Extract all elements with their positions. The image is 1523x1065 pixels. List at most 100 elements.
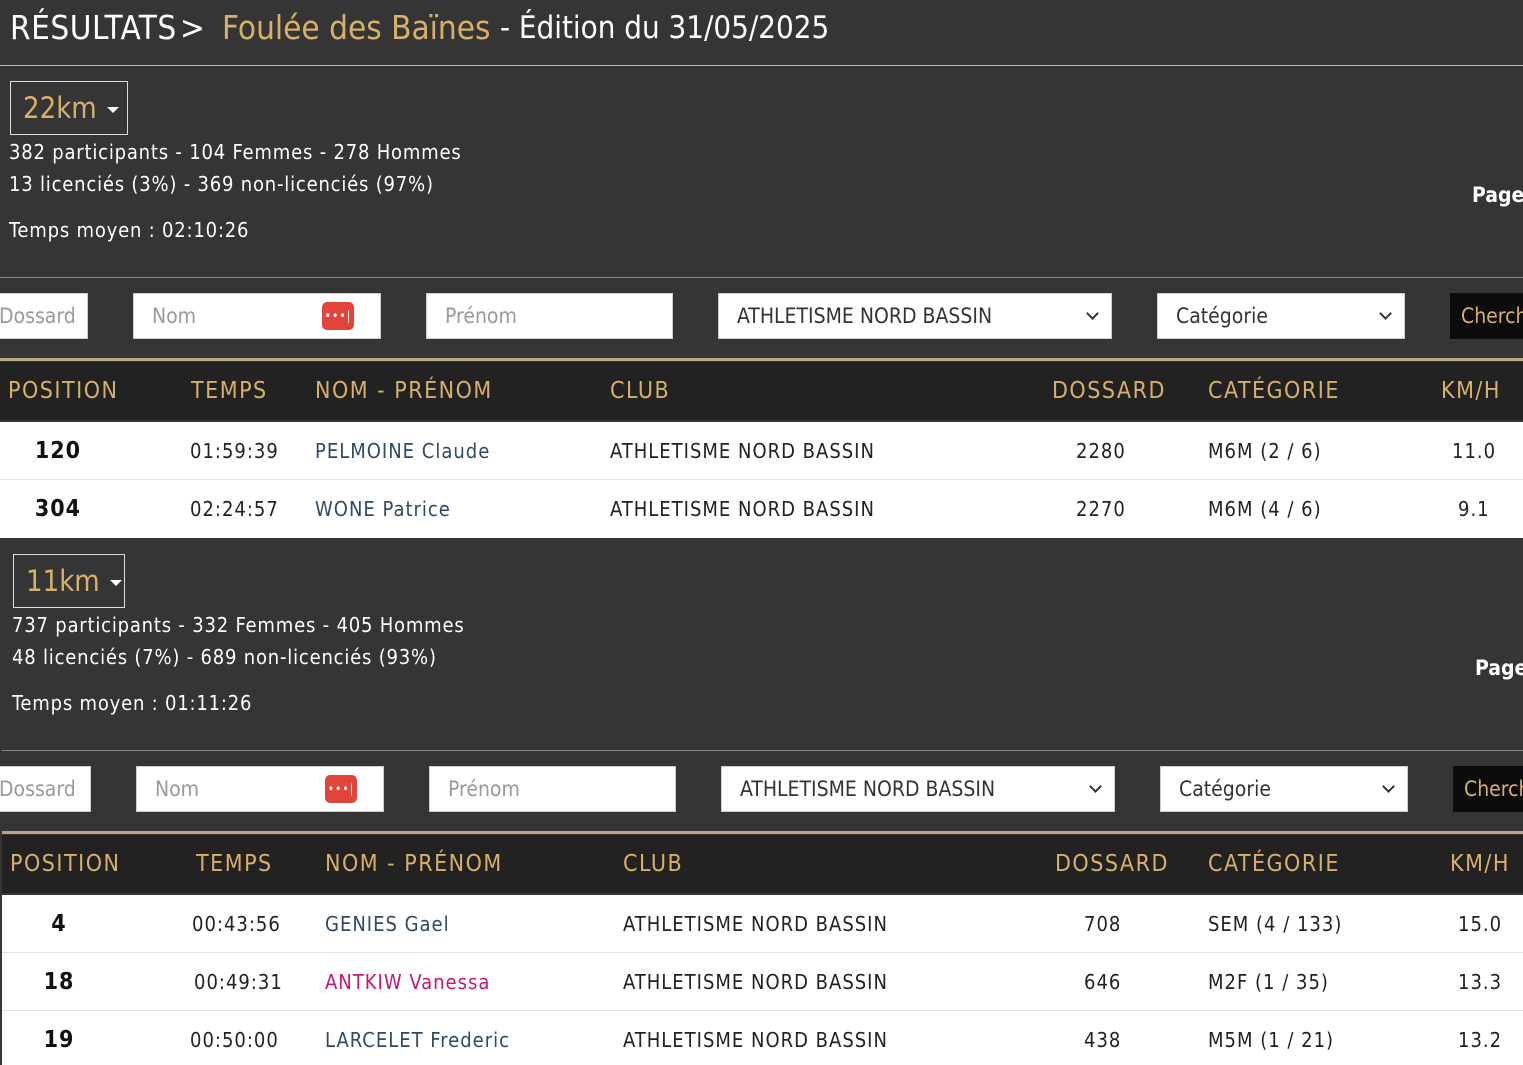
edition-label: - Édition du 31/05/2025 <box>500 10 830 46</box>
results-table-body: 120 01:59:39 PELMOINE Claude ATHLETISME … <box>0 422 1523 538</box>
col-dossard[interactable]: DOSSARD <box>1055 835 1169 893</box>
col-nom-prenom[interactable]: NOM - PRÉNOM <box>325 835 503 893</box>
col-position[interactable]: POSITION <box>10 835 121 893</box>
caret-down-icon <box>106 107 119 113</box>
col-club[interactable]: CLUB <box>623 835 683 893</box>
chevron-down-icon <box>1086 307 1099 320</box>
cell-kmh: 13.3 <box>1458 970 1503 994</box>
nom-input[interactable]: Nom •••| <box>136 766 384 812</box>
dossard-input[interactable]: Dossard <box>0 766 91 812</box>
cell-dossard: 2280 <box>1076 439 1126 463</box>
pagination-label: Page <box>1475 656 1523 680</box>
cell-kmh: 11.0 <box>1452 439 1497 463</box>
filter-bar: Dossard Nom •••| Prénom ATHLETISME NORD … <box>0 750 1523 834</box>
caret-down-icon <box>109 580 122 586</box>
col-kmh[interactable]: KM/H <box>1450 835 1510 893</box>
dossard-input[interactable]: Dossard <box>0 293 88 339</box>
col-club[interactable]: CLUB <box>610 362 670 420</box>
password-dots-icon[interactable]: •••| <box>322 302 354 330</box>
club-select-value: ATHLETISME NORD BASSIN <box>740 777 996 801</box>
search-button[interactable]: Chercher <box>1450 293 1523 339</box>
prenom-input[interactable]: Prénom <box>426 293 673 339</box>
chevron-down-icon <box>1379 307 1392 320</box>
cell-club: ATHLETISME NORD BASSIN <box>623 970 888 994</box>
cell-dossard: 646 <box>1084 970 1122 994</box>
cell-categorie: M5M (1 / 21) <box>1208 1028 1335 1052</box>
table-row: 4 00:43:56 GENIES Gael ATHLETISME NORD B… <box>2 895 1523 953</box>
cell-nom-link[interactable]: WONE Patrice <box>315 480 451 538</box>
col-temps[interactable]: TEMPS <box>196 835 273 893</box>
categorie-select[interactable]: Catégorie <box>1160 766 1408 812</box>
cell-temps: 00:50:00 <box>190 1028 279 1052</box>
cell-categorie: SEM (4 / 133) <box>1208 912 1343 936</box>
licences-stats: 13 licenciés (3%) - 369 non-licenciés (9… <box>9 172 434 196</box>
table-row: 19 00:50:00 LARCELET Frederic ATHLETISME… <box>2 1011 1523 1065</box>
cell-position: 19 <box>43 1027 75 1053</box>
cell-club: ATHLETISME NORD BASSIN <box>610 497 875 521</box>
chevron-down-icon <box>1382 780 1395 793</box>
nom-input[interactable]: Nom •••| <box>133 293 381 339</box>
race-section-22km: 22km 382 participants - 104 Femmes - 278… <box>0 66 1523 540</box>
cell-categorie: M6M (2 / 6) <box>1208 439 1322 463</box>
cell-dossard: 2270 <box>1076 497 1126 521</box>
password-dots-icon[interactable]: •••| <box>325 775 357 803</box>
table-row: 304 02:24:57 WONE Patrice ATHLETISME NOR… <box>0 480 1523 538</box>
participants-stats: 737 participants - 332 Femmes - 405 Homm… <box>12 613 465 637</box>
nom-placeholder: Nom <box>155 777 200 801</box>
cell-club: ATHLETISME NORD BASSIN <box>610 439 875 463</box>
club-select[interactable]: ATHLETISME NORD BASSIN <box>721 766 1115 812</box>
col-position[interactable]: POSITION <box>8 362 119 420</box>
col-categorie[interactable]: CATÉGORIE <box>1208 362 1340 420</box>
results-table-header: POSITION TEMPS NOM - PRÉNOM CLUB DOSSARD… <box>2 835 1523 893</box>
col-categorie[interactable]: CATÉGORIE <box>1208 835 1340 893</box>
cell-nom-link[interactable]: GENIES Gael <box>325 895 450 953</box>
club-select[interactable]: ATHLETISME NORD BASSIN <box>718 293 1112 339</box>
distance-dropdown[interactable]: 11km <box>13 554 125 608</box>
cell-temps: 01:59:39 <box>190 439 279 463</box>
cell-dossard: 708 <box>1084 912 1122 936</box>
cell-position: 4 <box>51 911 67 937</box>
nom-placeholder: Nom <box>152 304 197 328</box>
breadcrumb-root[interactable]: RÉSULTATS <box>10 8 177 47</box>
event-name: Foulée des Baïnes <box>222 8 491 47</box>
col-kmh[interactable]: KM/H <box>1441 362 1501 420</box>
chevron-down-icon <box>1089 780 1102 793</box>
cell-nom-link[interactable]: PELMOINE Claude <box>315 422 490 480</box>
distance-label: 22km <box>23 91 97 125</box>
categorie-select-value: Catégorie <box>1176 304 1268 328</box>
race-section-11km: 11km 737 participants - 332 Femmes - 405… <box>0 540 1523 1065</box>
results-table-body: 4 00:43:56 GENIES Gael ATHLETISME NORD B… <box>2 895 1523 1065</box>
licences-stats: 48 licenciés (7%) - 689 non-licenciés (9… <box>12 645 437 669</box>
cell-nom-link[interactable]: ANTKIW Vanessa <box>325 953 490 1011</box>
cell-club: ATHLETISME NORD BASSIN <box>623 1028 888 1052</box>
cell-temps: 00:49:31 <box>194 970 283 994</box>
search-button[interactable]: Chercher <box>1453 766 1523 812</box>
average-time: Temps moyen : 01:11:26 <box>12 691 253 715</box>
cell-categorie: M6M (4 / 6) <box>1208 497 1322 521</box>
results-table-header: POSITION TEMPS NOM - PRÉNOM CLUB DOSSARD… <box>0 362 1523 420</box>
club-select-value: ATHLETISME NORD BASSIN <box>737 304 993 328</box>
cell-position: 304 <box>34 496 82 522</box>
col-dossard[interactable]: DOSSARD <box>1052 362 1166 420</box>
cell-temps: 00:43:56 <box>192 912 281 936</box>
cell-position: 120 <box>34 438 82 464</box>
categorie-select[interactable]: Catégorie <box>1157 293 1405 339</box>
table-row: 18 00:49:31 ANTKIW Vanessa ATHLETISME NO… <box>2 953 1523 1011</box>
prenom-input[interactable]: Prénom <box>429 766 676 812</box>
breadcrumb-separator-icon: > <box>180 8 205 47</box>
cell-categorie: M2F (1 / 35) <box>1208 970 1329 994</box>
filter-bar: Dossard Nom •••| Prénom ATHLETISME NORD … <box>0 277 1523 361</box>
average-time: Temps moyen : 02:10:26 <box>9 218 250 242</box>
page-header: RÉSULTATS > Foulée des Baïnes - Édition … <box>0 0 1523 66</box>
cell-temps: 02:24:57 <box>190 497 279 521</box>
participants-stats: 382 participants - 104 Femmes - 278 Homm… <box>9 140 462 164</box>
cell-club: ATHLETISME NORD BASSIN <box>623 912 888 936</box>
col-nom-prenom[interactable]: NOM - PRÉNOM <box>315 362 493 420</box>
distance-dropdown[interactable]: 22km <box>10 81 128 135</box>
col-temps[interactable]: TEMPS <box>191 362 268 420</box>
cell-nom-link[interactable]: LARCELET Frederic <box>325 1011 510 1065</box>
table-row: 120 01:59:39 PELMOINE Claude ATHLETISME … <box>0 422 1523 480</box>
pagination-label: Page <box>1472 183 1523 207</box>
cell-position: 18 <box>43 969 75 995</box>
cell-kmh: 9.1 <box>1458 497 1490 521</box>
